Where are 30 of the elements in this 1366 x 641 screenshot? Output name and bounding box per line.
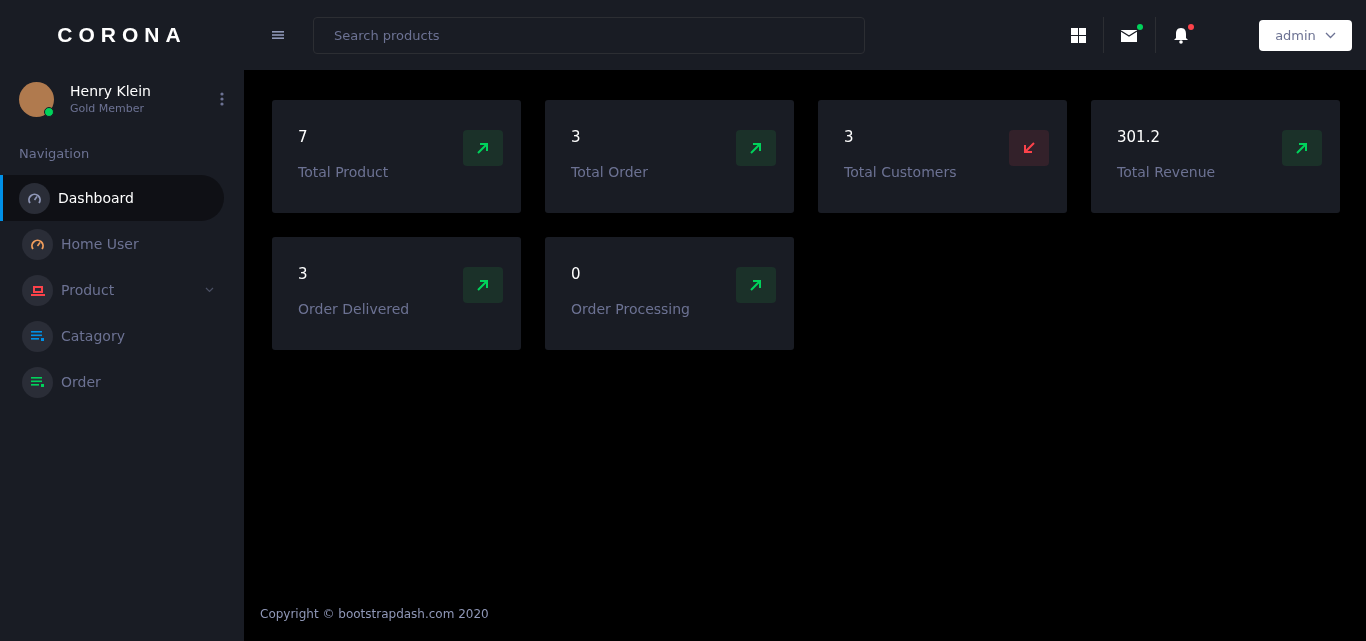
stat-label: Total Order xyxy=(571,164,648,180)
account-dropdown[interactable]: admin xyxy=(1259,19,1352,51)
profile-role: Gold Member xyxy=(70,102,146,115)
grid-icon[interactable] xyxy=(1071,27,1086,43)
mail-icon[interactable] xyxy=(1121,28,1138,42)
bell-icon[interactable] xyxy=(1173,26,1189,44)
stat-label: Total Revenue xyxy=(1117,164,1216,180)
nav-item[interactable]: Catagory xyxy=(0,313,224,359)
stat-value: 3 xyxy=(571,128,582,146)
nav-item[interactable]: Home User xyxy=(0,221,224,267)
nav-item[interactable]: Product xyxy=(0,267,224,313)
brand-logo[interactable]: CORONA xyxy=(0,0,244,70)
menu-icon[interactable] xyxy=(272,30,284,40)
stat-label: Order Processing xyxy=(571,301,690,317)
nav-heading: Navigation xyxy=(18,145,91,163)
more-options-icon[interactable] xyxy=(220,92,224,106)
stat-value: 3 xyxy=(298,265,309,283)
stat-value: 7 xyxy=(298,128,309,146)
nav-item[interactable]: Dashboard xyxy=(0,175,224,221)
profile-name: Henry Klein xyxy=(70,83,152,99)
stat-label: Total Product xyxy=(298,164,389,180)
stat-value: 3 xyxy=(844,128,855,146)
search-field[interactable]: Search products xyxy=(313,16,865,54)
copyright-text: Copyright © bootstrapdash.com 2020 xyxy=(260,607,490,621)
stat-value: 301.2 xyxy=(1117,128,1161,146)
chevron-icon xyxy=(1324,31,1336,39)
stat-label: Order Delivered xyxy=(298,301,410,317)
stat-label: Total Customers xyxy=(844,164,957,180)
nav-item[interactable]: Order xyxy=(0,359,224,405)
stat-value: 0 xyxy=(571,265,582,283)
